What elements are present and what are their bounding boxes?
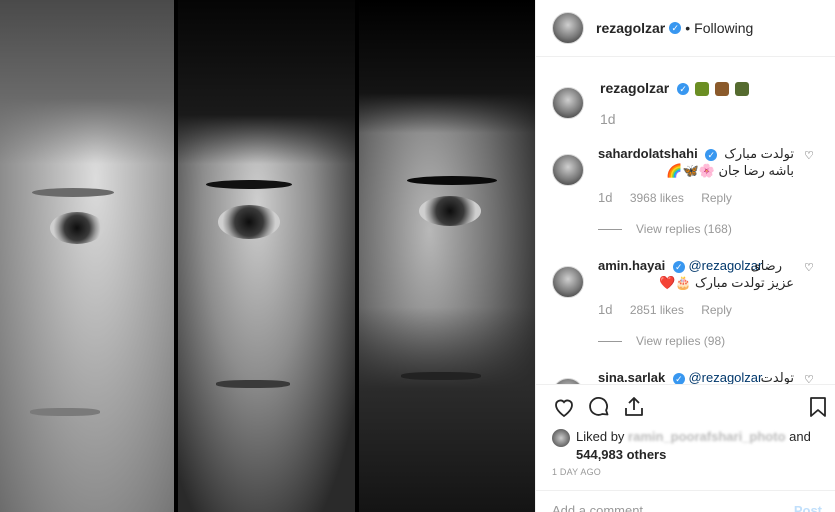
likes-others[interactable]: 544,983 others [576,447,666,462]
comment-text-line2: عزیز تولدت مبارک 🎂❤️ [658,275,794,290]
likes-count[interactable]: 544,983 others [576,446,666,464]
photo-eye [50,212,104,244]
photo-brow [206,180,292,189]
liked-by-prefix: Liked by [576,429,625,444]
commenter-name[interactable]: sina.sarlak [598,370,665,384]
following-button[interactable]: Following [694,20,753,36]
photo-beard [359,307,535,512]
photo-hair [0,0,174,164]
liked-by-and: and [789,429,811,444]
commenter-avatar[interactable] [552,266,584,298]
post-actions: Liked by ramin_poorafshari_photo and 544… [536,384,835,492]
photo-panel-young [178,0,355,512]
heart-icon[interactable] [552,395,576,419]
liker-name[interactable]: ramin_poorafshari_photo [628,429,785,444]
comment-text: تولدت مبارک [724,146,794,161]
post-sidebar: rezagolzar ✓ • Following rezagolzar ✓ 1d… [535,0,835,512]
post-header: rezagolzar ✓ • Following [536,0,835,57]
bookmark-icon[interactable] [806,395,830,419]
comment-like-heart-icon[interactable]: ♡ [804,374,816,384]
verified-badge-icon: ✓ [677,83,690,96]
comment-bubble-icon[interactable] [587,395,611,419]
post-photo[interactable] [0,0,535,512]
commenter-username: amin.hayai ✓ @rezagolzar [598,258,762,273]
comment-likes[interactable]: 2851 likes [630,303,684,317]
photo-hair [178,0,355,164]
header-separator: • [685,20,691,36]
photo-panel-child [0,0,174,512]
commenter-name[interactable]: amin.hayai [598,258,665,273]
post-comment-button[interactable]: Post [794,503,822,512]
comment-mention[interactable]: @rezagolzar [688,370,762,384]
comment-meta: 1d 2851 likes Reply [598,302,732,317]
photo-hair [359,0,535,134]
liked-by-line: Liked by ramin_poorafshari_photo and [576,428,811,446]
commenter-username: sahardolatshahi ✓ [598,146,718,161]
photo-mouth [216,380,290,388]
photo-panel-adult [359,0,535,512]
photo-eye [218,205,280,239]
photo-mouth [30,408,100,416]
person-emoji-icon [734,82,749,97]
comment-text: رضای [750,258,782,273]
photo-brow [32,188,114,197]
verified-badge-icon: ✓ [669,22,682,34]
comment-meta: 1d 3968 likes Reply [598,190,732,205]
verified-badge-icon: ✓ [672,372,685,384]
author-avatar[interactable] [552,12,584,44]
photo-brow [407,176,497,185]
comment-text: تولدت [760,370,794,384]
caption-time: 1d [600,111,616,127]
caption-username[interactable]: rezagolzar [600,80,669,96]
comments-list[interactable]: rezagolzar ✓ 1d sahardolatshahi ✓ تولدت … [536,58,835,384]
view-replies-button[interactable]: View replies (168) [598,222,732,236]
share-icon[interactable] [622,395,646,419]
commenter-username: sina.sarlak ✓ @rezagolzar [598,370,762,384]
person-emoji-icon [695,82,710,97]
verified-badge-icon: ✓ [705,148,718,161]
add-comment-input[interactable]: Add a comment... [552,503,654,512]
photo-mouth [401,372,481,380]
caption-row: rezagolzar ✓ [600,80,749,97]
comment-text-line2: باشه رضا جان 🌸🦋🌈 [666,163,794,178]
comment-likes[interactable]: 3968 likes [630,191,684,205]
comment-time: 1d [598,302,613,317]
post-time: 1 DAY AGO [552,467,601,477]
verified-badge-icon: ✓ [672,260,685,273]
add-comment-bar: Add a comment... Post [536,490,835,512]
reply-button[interactable]: Reply [701,191,732,205]
action-icons [552,395,826,421]
photo-eye [419,196,481,226]
caption-avatar[interactable] [552,87,584,119]
liker-avatar[interactable] [552,429,570,447]
view-replies-button[interactable]: View replies (98) [598,334,725,348]
commenter-name[interactable]: sahardolatshahi [598,146,698,161]
comment-time: 1d [598,190,613,205]
commenter-avatar[interactable] [552,154,584,186]
comment-like-heart-icon[interactable]: ♡ [804,262,816,274]
author-username[interactable]: rezagolzar [596,20,665,36]
person-emoji-icon [714,82,729,97]
reply-button[interactable]: Reply [701,303,732,317]
comment-like-heart-icon[interactable]: ♡ [804,150,816,162]
